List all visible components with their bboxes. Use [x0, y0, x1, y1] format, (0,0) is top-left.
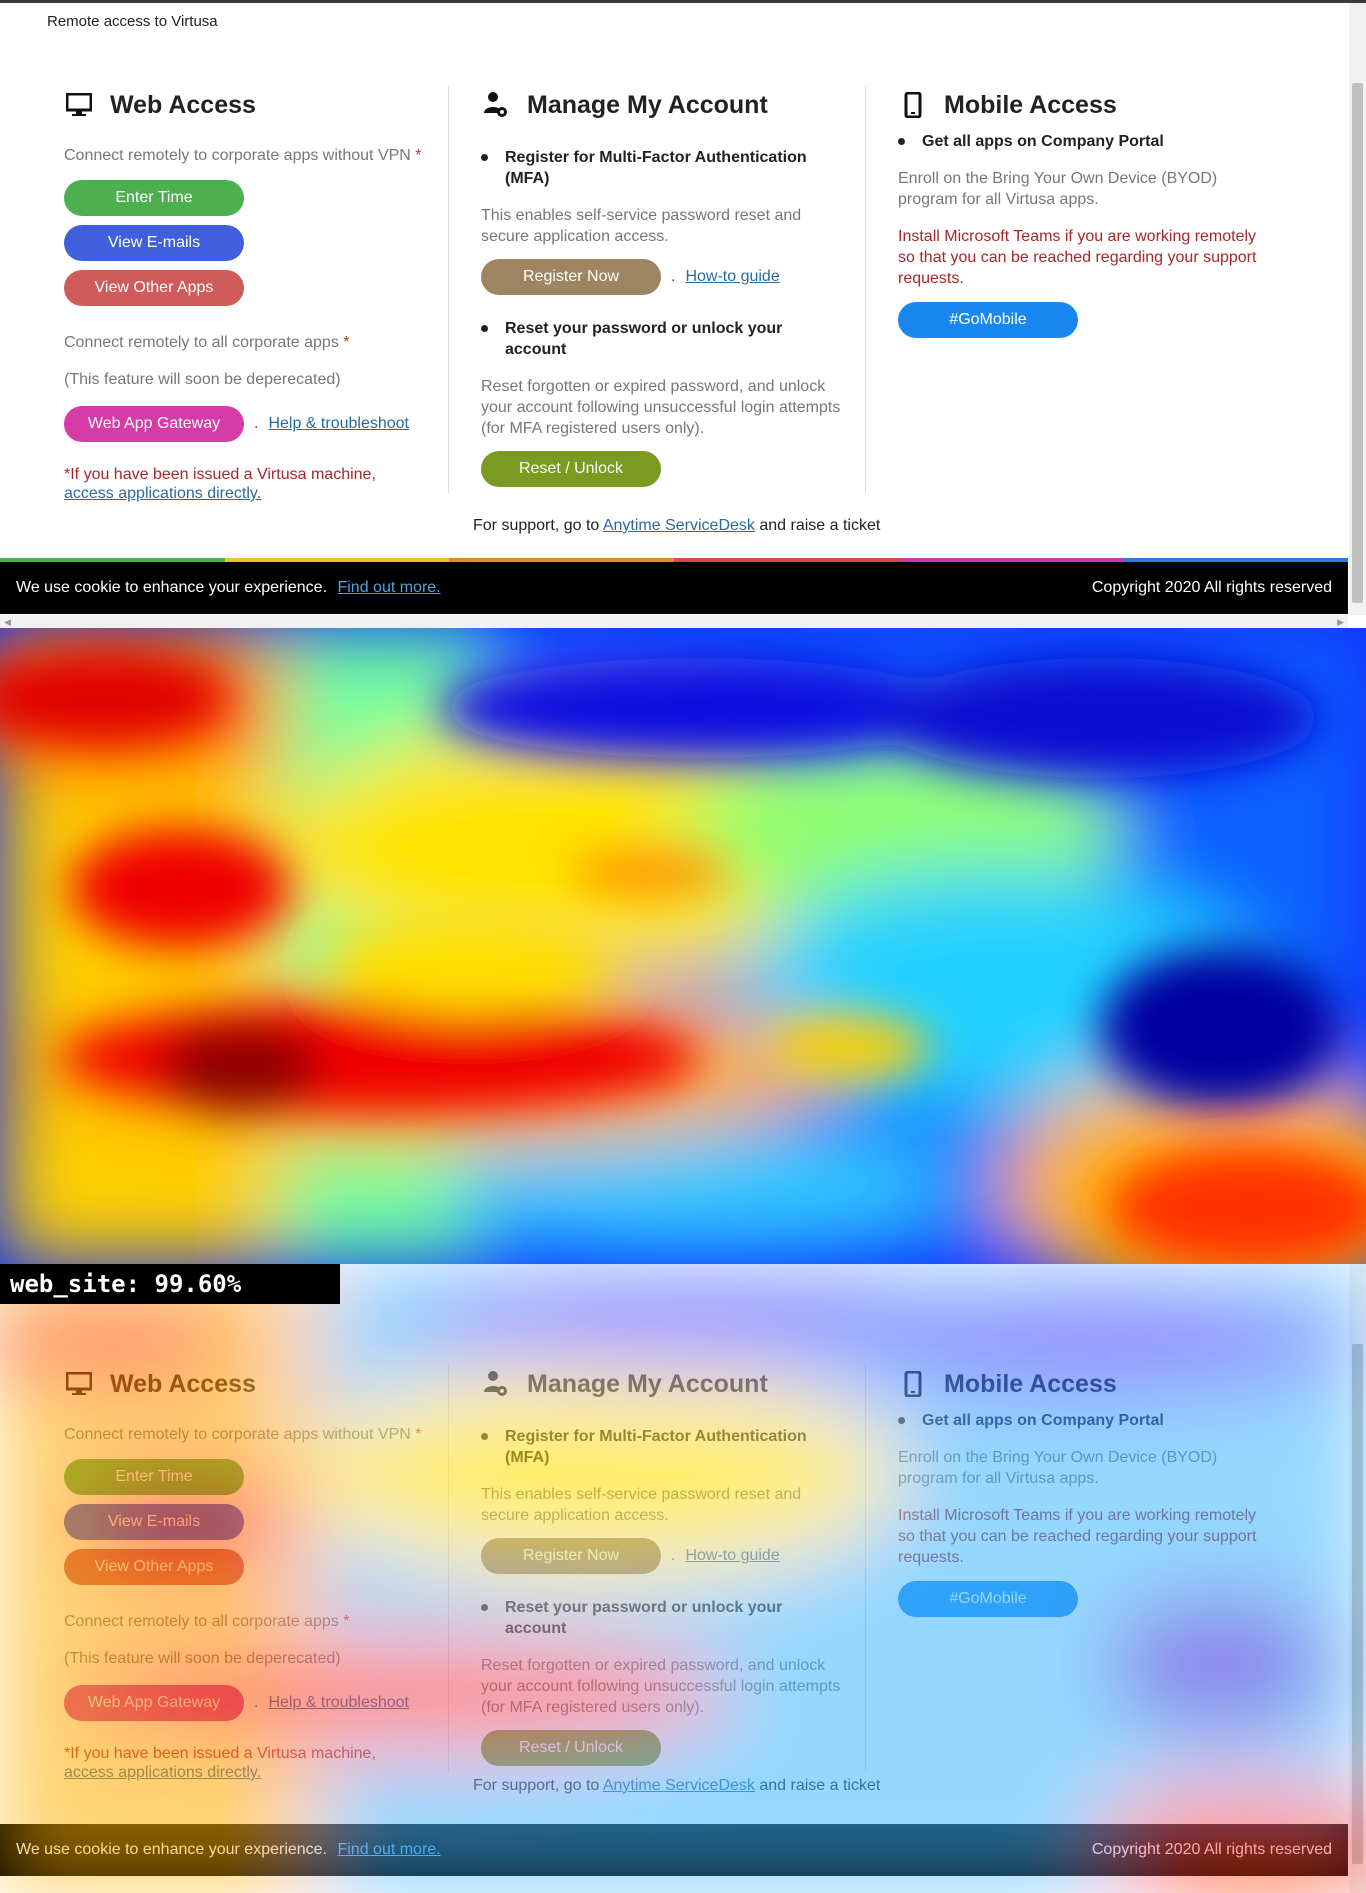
web-access-heading: Web Access [110, 1369, 256, 1398]
mobile-access-column: Mobile Access Get all apps on Company Po… [898, 1364, 1258, 1617]
how-to-guide-link[interactable]: How-to guide [685, 1547, 779, 1565]
scroll-left-icon[interactable]: ◀ [4, 617, 11, 628]
web-access-heading: Web Access [110, 90, 256, 119]
phone-icon [898, 90, 928, 120]
company-portal-title: Get all apps on Company Portal [898, 131, 1258, 152]
required-asterisk: * [415, 1426, 422, 1443]
cookie-bar: We use cookie to enhance your experience… [0, 562, 1348, 614]
scroll-right-icon[interactable]: ▶ [1337, 617, 1344, 628]
column-divider [865, 85, 866, 493]
mobile-access-heading: Mobile Access [944, 90, 1117, 119]
find-out-more-link[interactable]: Find out more. [337, 579, 440, 596]
mfa-title: Register for Multi-Factor Authentication… [481, 147, 841, 189]
access-apps-directly-link[interactable]: access applications directly. [64, 1764, 424, 1782]
mfa-description: This enables self-service password reset… [481, 1486, 802, 1524]
phone-icon [898, 1369, 928, 1399]
column-divider [865, 1364, 866, 1772]
deprecated-text: (This feature will soon be deperecated) [64, 371, 341, 388]
enter-time-button[interactable]: Enter Time [64, 1459, 244, 1495]
web-app-gateway-button[interactable]: Web App Gateway [64, 406, 244, 442]
column-divider [448, 1364, 449, 1772]
deprecated-text: (This feature will soon be deperecated) [64, 1650, 341, 1667]
top-page-panel: Remote access to Virtusa Web Access Conn… [0, 0, 1366, 628]
mobile-access-column: Mobile Access Get all apps on Company Po… [898, 85, 1258, 338]
required-asterisk: * [343, 334, 350, 351]
gomobile-button[interactable]: #GoMobile [898, 302, 1078, 338]
monitor-icon [64, 90, 94, 120]
byod-text: Enroll on the Bring Your Own Device (BYO… [898, 170, 1218, 208]
required-asterisk: * [343, 1613, 350, 1630]
mfa-title: Register for Multi-Factor Authentication… [481, 1426, 841, 1468]
enter-time-button[interactable]: Enter Time [64, 180, 244, 216]
all-apps-text: Connect remotely to all corporate apps [64, 1613, 339, 1630]
cookie-text: We use cookie to enhance your experience… [16, 1841, 328, 1858]
reset-unlock-button[interactable]: Reset / Unlock [481, 1730, 661, 1766]
cookie-text: We use cookie to enhance your experience… [16, 579, 328, 596]
web-app-gateway-button[interactable]: Web App Gateway [64, 1685, 244, 1721]
view-emails-button[interactable]: View E-mails [64, 225, 244, 261]
reset-description: Reset forgotten or expired password, and… [481, 378, 841, 437]
overlay-page-panel: Web Access Connect remotely to corporate… [0, 1264, 1366, 1893]
access-apps-directly-link[interactable]: access applications directly. [64, 485, 424, 503]
mobile-access-heading: Mobile Access [944, 1369, 1117, 1398]
separator-dot: . [671, 268, 676, 285]
web-access-header: Web Access [64, 85, 424, 125]
machine-note: *If you have been issued a Virtusa machi… [64, 466, 376, 483]
help-troubleshoot-link[interactable]: Help & troubleshoot [268, 415, 409, 433]
anytime-servicedesk-link[interactable]: Anytime ServiceDesk [603, 1777, 755, 1794]
reset-description: Reset forgotten or expired password, and… [481, 1657, 841, 1716]
reset-title: Reset your password or unlock your accou… [481, 318, 841, 360]
vpn-text: Connect remotely to corporate apps witho… [64, 1426, 411, 1443]
copyright-text: Copyright 2020 All rights reserved [1091, 1841, 1332, 1858]
separator-dot: . [254, 415, 259, 432]
user-gear-icon [481, 90, 511, 120]
view-other-apps-button[interactable]: View Other Apps [64, 1549, 244, 1585]
manage-account-heading: Manage My Account [527, 90, 768, 119]
support-line: For support, go to Anytime ServiceDesk a… [473, 517, 881, 534]
how-to-guide-link[interactable]: How-to guide [685, 268, 779, 286]
copyright-text: Copyright 2020 All rights reserved [1091, 579, 1332, 596]
page-title: Remote access to Virtusa [47, 13, 218, 30]
vpn-text: Connect remotely to corporate apps witho… [64, 147, 411, 164]
manage-account-heading: Manage My Account [527, 1369, 768, 1398]
manage-account-header: Manage My Account [481, 85, 841, 125]
separator-dot: . [671, 1547, 676, 1564]
teams-note: Install Microsoft Teams if you are worki… [898, 228, 1257, 287]
prediction-label: web_site: 99.60% [0, 1264, 340, 1304]
scrollbar-thumb[interactable] [1352, 1344, 1363, 1864]
register-now-button[interactable]: Register Now [481, 259, 661, 295]
machine-note: *If you have been issued a Virtusa machi… [64, 1745, 376, 1762]
horizontal-scrollbar[interactable]: ◀ ▶ [0, 615, 1348, 628]
teams-note: Install Microsoft Teams if you are worki… [898, 1507, 1257, 1566]
separator-dot: . [254, 1694, 259, 1711]
manage-account-column: Manage My Account Register for Multi-Fac… [481, 1364, 841, 1766]
attention-heatmap [0, 628, 1366, 1264]
column-divider [448, 85, 449, 493]
help-troubleshoot-link[interactable]: Help & troubleshoot [268, 1694, 409, 1712]
scrollbar-thumb[interactable] [1352, 83, 1363, 603]
view-other-apps-button[interactable]: View Other Apps [64, 270, 244, 306]
find-out-more-link[interactable]: Find out more. [337, 1841, 440, 1858]
manage-account-column: Manage My Account Register for Multi-Fac… [481, 85, 841, 487]
web-access-column: Web Access Connect remotely to corporate… [64, 1364, 424, 1782]
byod-text: Enroll on the Bring Your Own Device (BYO… [898, 1449, 1218, 1487]
all-apps-text: Connect remotely to all corporate apps [64, 334, 339, 351]
web-access-column: Web Access Connect remotely to corporate… [64, 85, 424, 503]
user-gear-icon [481, 1369, 511, 1399]
cookie-bar: We use cookie to enhance your experience… [0, 1824, 1348, 1876]
vertical-scrollbar[interactable] [1349, 3, 1366, 615]
required-asterisk: * [415, 147, 422, 164]
monitor-icon [64, 1369, 94, 1399]
company-portal-title: Get all apps on Company Portal [898, 1410, 1258, 1431]
register-now-button[interactable]: Register Now [481, 1538, 661, 1574]
view-emails-button[interactable]: View E-mails [64, 1504, 244, 1540]
gomobile-button[interactable]: #GoMobile [898, 1581, 1078, 1617]
mobile-access-header: Mobile Access [898, 85, 1258, 125]
reset-unlock-button[interactable]: Reset / Unlock [481, 451, 661, 487]
reset-title: Reset your password or unlock your accou… [481, 1597, 841, 1639]
support-line: For support, go to Anytime ServiceDesk a… [473, 1777, 881, 1794]
anytime-servicedesk-link[interactable]: Anytime ServiceDesk [603, 517, 755, 534]
vertical-scrollbar[interactable] [1349, 1264, 1366, 1893]
mfa-description: This enables self-service password reset… [481, 207, 802, 245]
